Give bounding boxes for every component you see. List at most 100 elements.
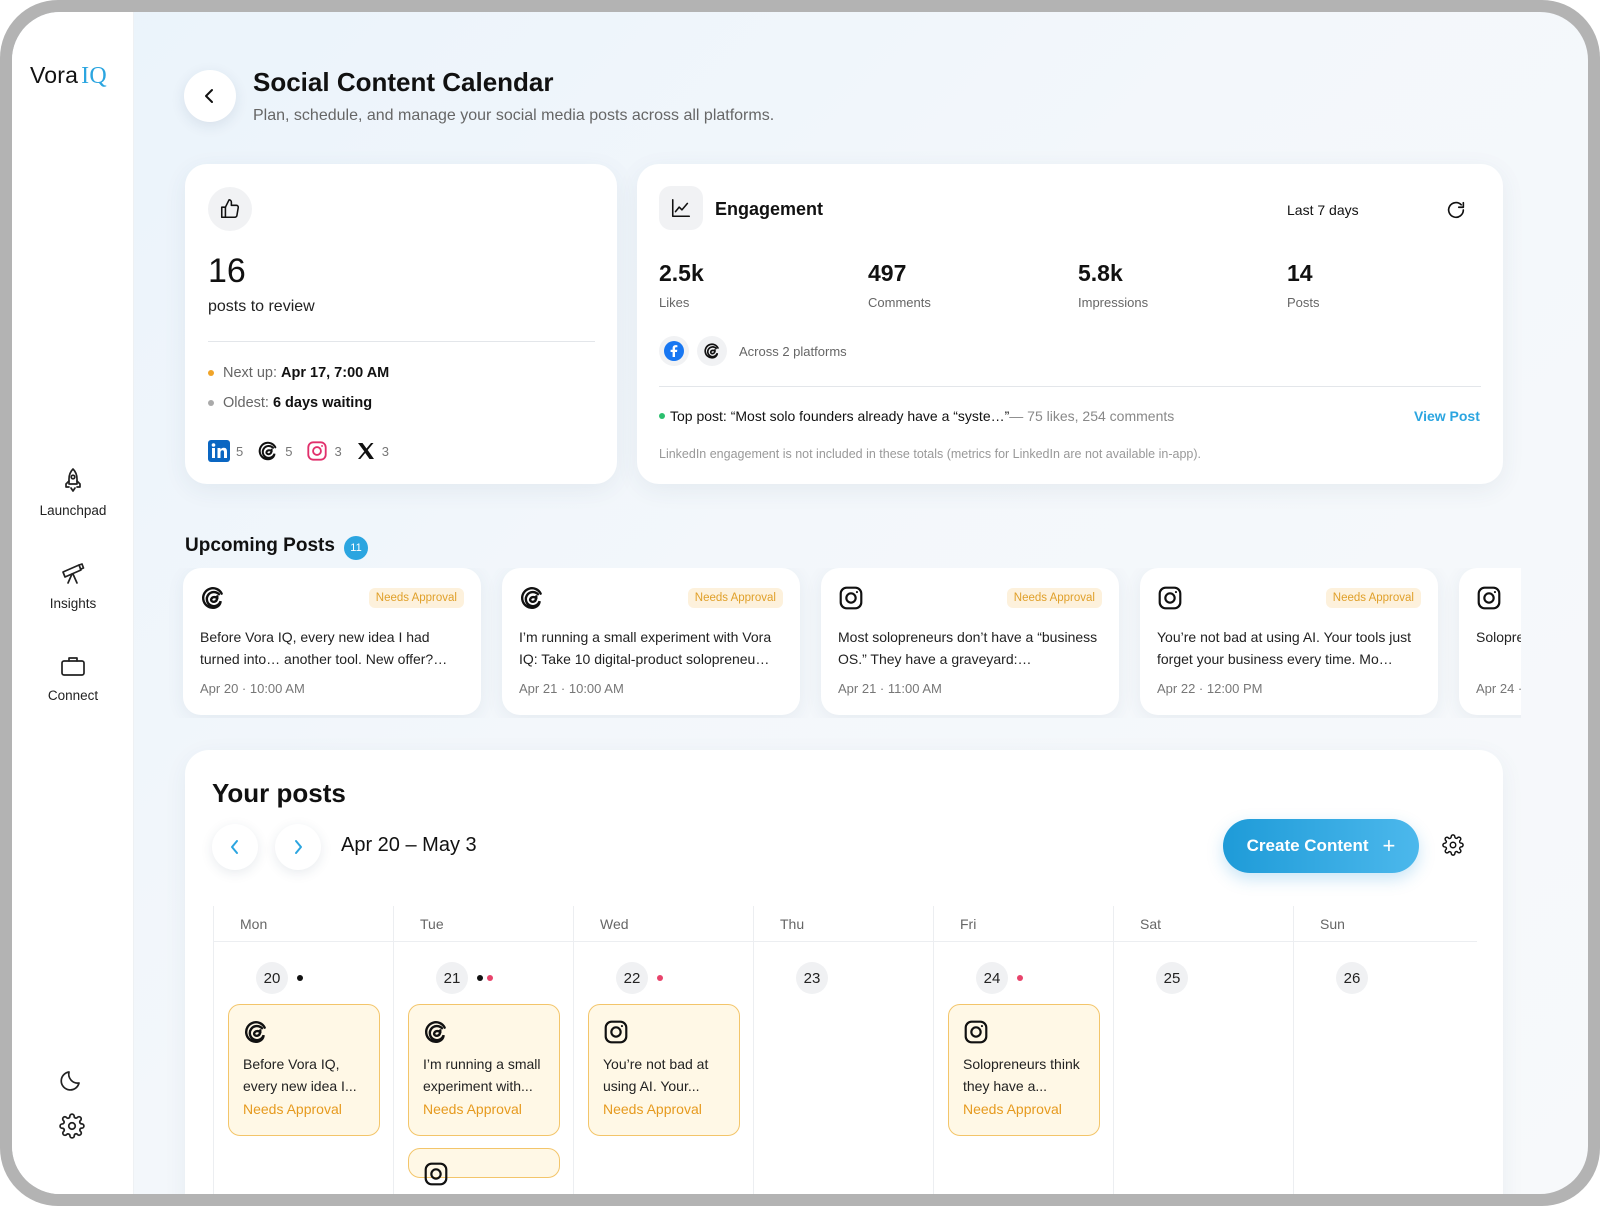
day-number: 26 [1336, 962, 1368, 994]
top-post-stats: — 75 likes, 254 comments [1009, 408, 1175, 424]
calendar-grid: Mon 20 Before Vora IQ, every new idea I.… [213, 906, 1477, 1194]
facebook-icon-wrap [659, 336, 689, 366]
day-column-tue[interactable]: Tue 21 I’m running a small experiment wi… [393, 906, 573, 1194]
briefcase-icon [61, 657, 85, 676]
review-label: posts to review [208, 298, 315, 315]
create-content-button[interactable]: Create Content + [1223, 819, 1419, 873]
sidebar-item-label: Insights [49, 596, 97, 611]
instagram-icon [964, 1020, 988, 1044]
stat-comments: 497 Comments [868, 260, 931, 310]
next-range-button[interactable] [275, 824, 321, 870]
calendar-post[interactable]: You’re not bad at using AI. Your... Need… [588, 1004, 740, 1136]
view-post-link[interactable]: View Post [1414, 408, 1480, 424]
calendar-post-text: You’re not bad at using AI. Your... [603, 1056, 709, 1094]
rocket-icon [65, 468, 81, 492]
day-header: Mon [240, 916, 268, 932]
upcoming-post-card[interactable]: Needs Approval You’re not bad at using A… [1140, 568, 1438, 715]
threads-icon-wrap [697, 336, 727, 366]
oldest-line: Oldest: 6 days waiting [208, 395, 372, 411]
threads-icon [245, 1021, 266, 1043]
your-posts-panel: Your posts Apr 20 – May 3 Create Content… [185, 750, 1503, 1194]
sidebar-item-launchpad[interactable]: Launchpad [12, 467, 134, 518]
date-range-select[interactable]: Last 7 days [1287, 202, 1359, 218]
oldest-label: Oldest: [223, 395, 269, 411]
gear-icon[interactable] [59, 1113, 85, 1139]
platform-count-x[interactable]: 3 [356, 441, 389, 461]
sidebar-item-insights[interactable]: Insights [12, 560, 134, 611]
next-up-label: Next up: [223, 365, 277, 381]
calendar-post-text: I’m running a small experiment with... [423, 1056, 541, 1094]
status-dot [659, 413, 665, 419]
sidebar-item-connect[interactable]: Connect [12, 654, 134, 703]
day-column-wed[interactable]: Wed 22 You’re not bad at using AI. Your.… [573, 906, 753, 1194]
day-number: 20 [256, 962, 288, 994]
upcoming-post-card[interactable]: Needs Approval I’m running a small exper… [502, 568, 800, 715]
line-chart-icon [671, 198, 691, 218]
day-number: 24 [976, 962, 1008, 994]
post-preview-text: Solopreneurs problem.” “I j [1476, 629, 1521, 645]
upcoming-carousel[interactable]: Needs Approval Before Vora IQ, every new… [167, 568, 1521, 718]
platform-count-linkedin[interactable]: 5 [208, 440, 243, 462]
divider [208, 341, 595, 342]
stat-posts: 14 Posts [1287, 260, 1320, 310]
oldest-value: 6 days waiting [272, 395, 373, 411]
upcoming-post-card[interactable]: Solopreneurs problem.” “I j Apr 24 · 5:0… [1459, 568, 1521, 715]
review-count: 16 [208, 252, 246, 290]
calendar-post-status: Needs Approval [423, 1101, 522, 1117]
thumbs-up-icon [220, 199, 240, 219]
date-range-label: Apr 20 – May 3 [341, 834, 477, 856]
day-column-sun[interactable]: Sun 26 [1293, 906, 1477, 1194]
linkedin-note: LinkedIn engagement is not included in t… [659, 447, 1201, 461]
upcoming-post-card[interactable]: Needs Approval Most solopreneurs don’t h… [821, 568, 1119, 715]
status-badge: Needs Approval [1006, 588, 1102, 608]
calendar-post[interactable]: Before Vora IQ, every new idea I... Need… [228, 1004, 380, 1136]
logo-text-primary: Vora [30, 62, 79, 88]
day-number: 21 [436, 962, 468, 994]
instagram-icon [424, 1162, 448, 1186]
stat-value: 5.8k [1078, 260, 1123, 286]
create-content-label: Create Content [1246, 836, 1369, 855]
calendar-post-status: Needs Approval [963, 1101, 1062, 1117]
day-header: Fri [960, 916, 977, 932]
day-header: Thu [780, 916, 805, 932]
upcoming-post-card[interactable]: Needs Approval Before Vora IQ, every new… [183, 568, 481, 715]
threads-icon [521, 587, 542, 609]
day-column-mon[interactable]: Mon 20 Before Vora IQ, every new idea I.… [213, 906, 393, 1194]
refresh-icon[interactable] [1445, 199, 1467, 221]
stat-label: Likes [659, 295, 690, 310]
stat-label: Comments [868, 295, 931, 310]
next-up-value: Apr 17, 7:00 AM [281, 365, 390, 381]
your-posts-title: Your posts [212, 778, 346, 808]
post-dot [657, 975, 663, 981]
post-preview-text: I’m running a small experiment with Vora… [519, 629, 772, 667]
status-badge: Needs Approval [687, 588, 783, 608]
instagram-icon [307, 441, 328, 461]
prev-range-button[interactable] [212, 824, 258, 870]
calendar-post[interactable]: I’m running a small experiment with... N… [408, 1004, 560, 1136]
instagram-icon [604, 1020, 628, 1044]
gear-icon[interactable] [1442, 834, 1464, 856]
chevron-left-icon [231, 840, 238, 854]
top-post-title: Top post: “Most solo founders already ha… [670, 408, 1010, 424]
upcoming-title: Upcoming Posts [185, 535, 335, 556]
platform-count: 3 [381, 443, 389, 459]
back-button[interactable] [184, 70, 236, 122]
review-card[interactable]: 16 posts to review Next up: Apr 17, 7:00… [185, 164, 617, 484]
moon-icon[interactable] [59, 1067, 85, 1093]
x-icon [357, 443, 374, 459]
app-logo[interactable]: Vora IQ [30, 62, 107, 90]
post-preview-text: You’re not bad at using AI. Your tools j… [1157, 629, 1412, 667]
telescope-icon [62, 563, 85, 584]
platform-count: 3 [334, 443, 342, 459]
calendar-post[interactable] [408, 1148, 560, 1186]
platform-count-threads[interactable]: 5 [257, 440, 292, 462]
platform-count-instagram[interactable]: 3 [306, 440, 342, 462]
stat-impressions: 5.8k Impressions [1078, 260, 1148, 310]
page-subtitle: Plan, schedule, and manage your social m… [253, 107, 775, 124]
stat-value: 14 [1287, 260, 1313, 286]
day-column-sat[interactable]: Sat 25 [1113, 906, 1293, 1194]
calendar-post[interactable]: Solopreneurs think they have a... Needs … [948, 1004, 1100, 1136]
stat-value: 2.5k [659, 260, 704, 286]
day-column-fri[interactable]: Fri 24 Solopreneurs think they have a...… [933, 906, 1113, 1194]
day-column-thu[interactable]: Thu 23 [753, 906, 933, 1194]
